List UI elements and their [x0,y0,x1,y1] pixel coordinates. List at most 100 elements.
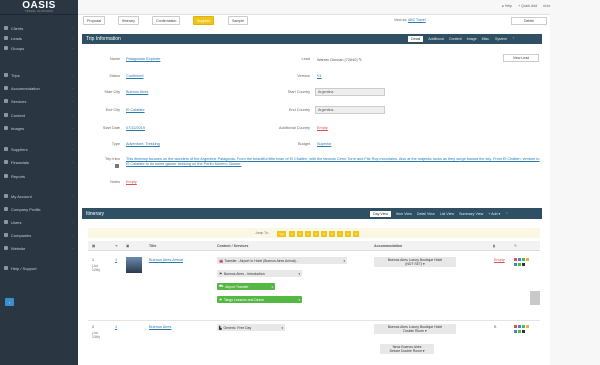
reports-icon [4,174,8,178]
start-country-field[interactable]: Argentina [315,88,385,96]
tab-image[interactable]: Image [467,37,477,41]
add-item-button[interactable]: + Add ▾ [488,212,500,216]
empty-value[interactable]: Empty [494,258,505,262]
tab-system[interactable]: System [495,37,507,41]
page-9[interactable]: 9 [353,231,359,237]
flag-icons[interactable] [514,258,529,261]
page-4[interactable]: 4 [313,231,319,237]
supplier-button[interactable]: Supplier [193,16,215,25]
sidebar-item-clients[interactable]: Clients › [0,23,78,33]
collapse-icon[interactable]: ⌃ [512,37,515,41]
accommodation-item[interactable]: Neuz Buenos Aires Deluxe Double Room ▾ [380,344,434,354]
quick-add-link[interactable]: + Quick Add [518,4,537,8]
trip-type[interactable]: Adventure, Trekking [126,142,160,146]
lead-value[interactable]: Warren Duncan (72640) ✎ [317,57,362,62]
help-icon [4,266,8,270]
sidebar-item-help[interactable]: Help / Support [0,263,78,273]
service-item[interactable]: 🚘 Transfer - Airport to Hotel (Buenos Ai… [217,257,347,264]
sidebar-item-content[interactable]: Content › [0,110,78,120]
tab-summary-view[interactable]: Summary View [459,212,483,216]
day-link[interactable]: 1 [115,258,117,262]
sidebar-item-my-account[interactable]: My Account › [0,191,78,201]
page-top[interactable]: Top [277,231,286,237]
sample-button[interactable]: Sample [228,16,249,25]
edit-icon[interactable]: ✎ [359,58,362,62]
sidebar-toggle-button[interactable]: ‹ [5,298,14,306]
sidebar-item-reports[interactable]: Reports [0,171,78,181]
image-icon [4,126,8,130]
scroll-button[interactable] [530,291,540,305]
budget[interactable]: Superior [317,142,331,146]
trip-name[interactable]: Patagonian Explorer [126,57,160,61]
sidebar-item-financials[interactable]: Financials › [0,157,78,167]
confirmation-button[interactable]: Confirmation [152,16,181,25]
sidebar-item-groups[interactable]: Groups › [0,43,78,53]
row-divider [88,320,540,321]
proposal-button[interactable]: Proposal [83,16,106,25]
sidebar-item-suppliers[interactable]: Suppliers › [0,144,78,154]
sidebar-item-companies[interactable]: Companies › [0,230,78,240]
edit-intro-icon[interactable] [115,164,119,168]
view-as-select[interactable]: ABC Travel [408,18,426,22]
tab-content[interactable]: Content [449,37,462,41]
trip-status[interactable]: Confirmed [126,74,144,78]
sidebar-item-services[interactable]: Services › [0,96,78,106]
page-8[interactable]: 8 [345,231,351,237]
flag-icons[interactable] [514,263,525,266]
collapse-icon[interactable]: ⌃ [505,212,508,216]
start-date[interactable]: 07/12/2019 [126,126,145,130]
services-icon [4,99,8,103]
version[interactable]: V1 [317,74,322,78]
accommodation-item[interactable]: Buenos Aires Luxury Boutique Hotel Double… [374,324,456,334]
end-country-field[interactable]: Argentina [315,106,385,114]
tab-list-view[interactable]: List View [440,212,454,216]
accommodation-item[interactable]: Buenos Aires Luxury Boutique Hotel (NOT S… [374,257,456,267]
trip-intro[interactable]: This itinerary focuses on the wonders of… [126,157,540,167]
tab-detail-view[interactable]: Detail View [417,212,435,216]
page-1[interactable]: 1 [289,231,295,237]
itinerary-button[interactable]: Itinerary [118,16,139,25]
service-item[interactable]: ▙ Generic: Free Day ▾ [217,324,285,331]
sidebar: OASIS TRAVEL PLATFORM Clients › Leads › Gr… [0,0,78,365]
flag-icons[interactable] [514,325,529,328]
service-item[interactable]: ⚑ Tango Lessons and Dinner ▾ [217,296,302,303]
document-toolbar: Proposal Itinerary Confirmation Supplier… [78,15,548,29]
tab-detail[interactable]: Detail [408,36,424,42]
service-item[interactable]: ⚑ Buenos Aires - Introduction ▾ [217,270,302,277]
day-thumbnail[interactable] [126,257,142,273]
service-item[interactable]: ⛟ Airport Transfer ▾ [217,283,275,290]
trips-icon [4,73,8,77]
link-icon: ⚭ [115,244,119,248]
tab-item-view[interactable]: Item View [396,212,412,216]
tab-day-view[interactable]: Day View [370,210,392,217]
sidebar-item-website[interactable]: Website › [0,243,78,253]
sidebar-item-company-profile[interactable]: Company Profile [0,204,78,214]
day-title[interactable]: Buenos Aires Arrival [149,258,183,262]
page-5[interactable]: 5 [321,231,327,237]
flag-icons[interactable] [514,330,525,333]
view-lead-button[interactable]: View Lead [503,54,539,62]
help-link[interactable]: ● Help [502,4,512,8]
sidebar-item-trips[interactable]: Trips › [0,70,78,80]
sidebar-item-users[interactable]: Users › [0,217,78,227]
page-3[interactable]: 3 [305,231,311,237]
tab-misc[interactable]: Misc. [482,37,490,41]
sidebar-item-images[interactable]: Images › [0,123,78,133]
user-icon [4,26,8,30]
page-2[interactable]: 2 [297,231,303,237]
end-city[interactable]: El Calafate [126,108,145,112]
tab-additional[interactable]: Additional [428,37,444,41]
supplier-icon [4,147,8,151]
additional-country[interactable]: Empty [317,126,328,130]
trip-notes[interactable]: Empty [126,180,137,184]
delete-button[interactable]: Delete [511,17,547,25]
companies-icon [4,233,8,237]
page-6[interactable]: 6 [329,231,335,237]
sidebar-item-leads[interactable]: Leads › [0,33,78,43]
page-7[interactable]: 7 [337,231,343,237]
sidebar-item-accommodation[interactable]: Accommodation › [0,83,78,93]
start-city[interactable]: Buenos Aires [126,90,148,94]
day-link[interactable]: 1 [115,325,117,329]
logo[interactable]: OASIS TRAVEL PLATFORM [0,0,78,15]
day-title[interactable]: Buenos Aires [149,325,171,329]
